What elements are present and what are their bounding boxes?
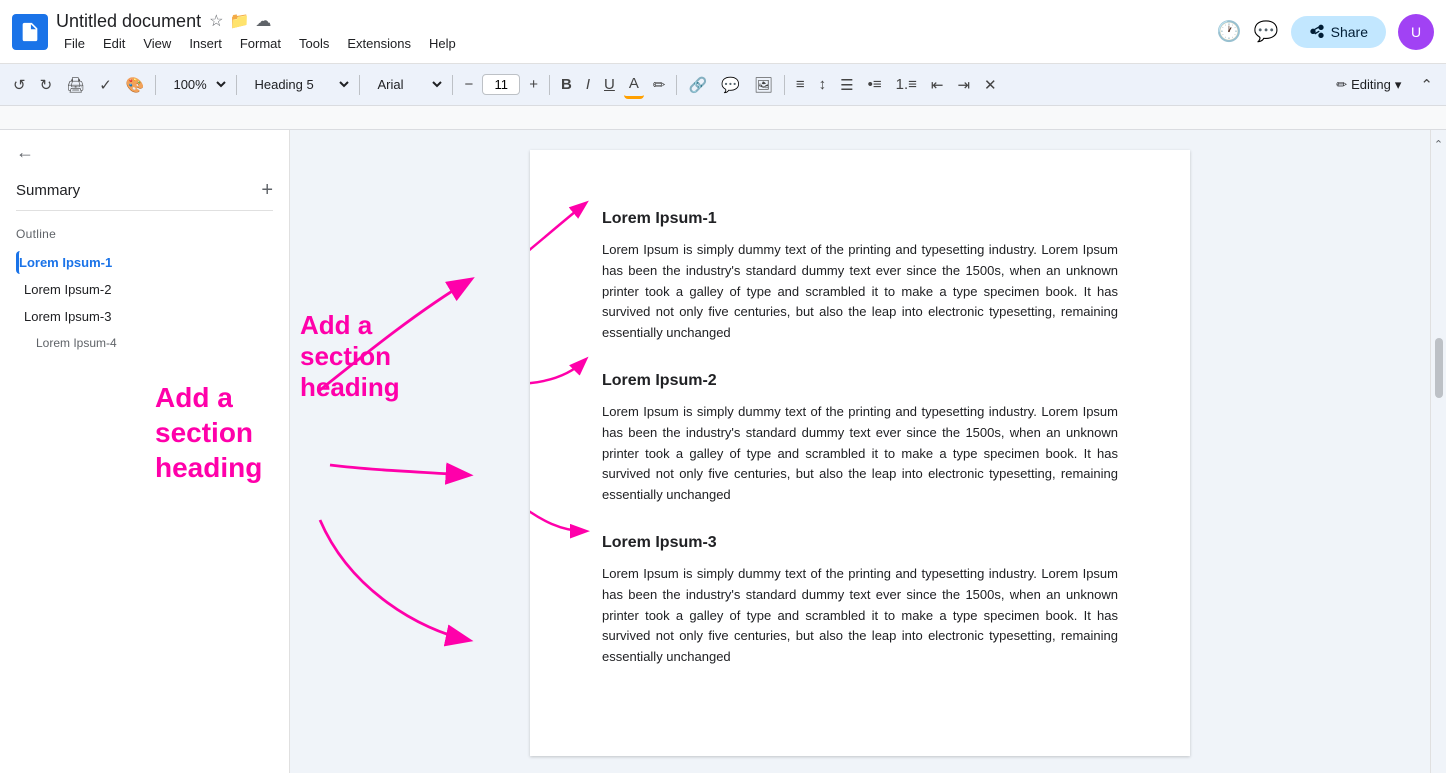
outline-item-1[interactable]: Lorem Ipsum-1 (16, 251, 273, 274)
separator-3 (359, 75, 360, 95)
italic-button[interactable]: I (581, 72, 595, 97)
menu-bar: File Edit View Insert Format Tools Exten… (56, 34, 1209, 53)
section-2: Lorem Ipsum-2 Lorem Ipsum is simply dumm… (602, 372, 1118, 506)
undo-button[interactable]: ↺ (8, 72, 31, 98)
numbered-list-button[interactable]: 1.≡ (891, 72, 922, 97)
outline-item-4[interactable]: Lorem Ipsum-4 (16, 332, 273, 354)
sidebar-back-button[interactable]: ← (16, 142, 273, 163)
separator-5 (549, 75, 550, 95)
menu-tools[interactable]: Tools (291, 34, 337, 53)
bold-button[interactable]: B (556, 72, 577, 97)
annotation-line1: Add a (300, 310, 400, 341)
summary-divider (16, 210, 273, 211)
share-label: Share (1331, 24, 1368, 40)
font-size-decrease[interactable]: − (459, 72, 478, 97)
summary-add-button[interactable]: + (261, 179, 273, 202)
scrollbar-thumb[interactable] (1435, 338, 1443, 398)
outline-item-2[interactable]: Lorem Ipsum-2 (16, 278, 273, 301)
doc-title-row: Untitled document ☆ 📁 ☁ (56, 11, 1209, 32)
align-button[interactable]: ≡ (791, 72, 810, 97)
style-select[interactable]: Heading 5 Normal text Heading 1 Heading … (243, 72, 353, 97)
redo-button[interactable]: ↻ (35, 72, 58, 98)
editing-button[interactable]: ✏ Editing ▾ (1326, 73, 1411, 97)
checklist-button[interactable]: ☰ (835, 72, 858, 98)
summary-title: Summary (16, 182, 80, 199)
menu-view[interactable]: View (135, 34, 179, 53)
body-2[interactable]: Lorem Ipsum is simply dummy text of the … (602, 402, 1118, 506)
text-color-button[interactable]: A (624, 71, 644, 99)
outline-label: Outline (16, 227, 273, 241)
menu-help[interactable]: Help (421, 34, 464, 53)
menu-extensions[interactable]: Extensions (339, 34, 419, 53)
app-icon (12, 14, 48, 50)
menu-insert[interactable]: Insert (181, 34, 230, 53)
summary-section: Summary + (16, 179, 273, 211)
document-area[interactable]: Lorem Ipsum-1 Lorem Ipsum is simply dumm… (290, 130, 1430, 773)
annotation-text: Add a section heading (300, 310, 400, 404)
sidebar: ← Summary + Outline Lorem Ipsum-1 Lorem … (0, 130, 290, 773)
separator-4 (452, 75, 453, 95)
heading-3[interactable]: Lorem Ipsum-3 (602, 534, 1118, 552)
print-button[interactable]: 🖨 (61, 72, 90, 98)
heading-2[interactable]: Lorem Ipsum-2 (602, 372, 1118, 390)
separator-6 (676, 75, 677, 95)
font-size-input[interactable] (482, 74, 520, 95)
star-icon[interactable]: ☆ (209, 11, 223, 31)
clear-format-button[interactable]: ✕ (979, 72, 1002, 98)
right-panel: ⌃ (1430, 130, 1446, 773)
image-button[interactable]: 🖼 (749, 72, 778, 98)
separator-7 (784, 75, 785, 95)
folder-icon[interactable]: 📁 (229, 11, 249, 31)
doc-title-icons: ☆ 📁 ☁ (209, 11, 271, 31)
comment-tb-button[interactable]: 💬 (716, 72, 745, 98)
share-button[interactable]: Share (1291, 16, 1386, 48)
topbar-right: 🕐 💬 Share U (1217, 14, 1434, 50)
annotation-line2: section (300, 341, 400, 372)
collapse-icon[interactable]: ⌃ (1434, 138, 1443, 151)
cloud-icon[interactable]: ☁ (255, 11, 271, 31)
bullet-list-button[interactable]: •≡ (863, 72, 887, 97)
history-icon[interactable]: 🕐 (1217, 19, 1242, 44)
avatar[interactable]: U (1398, 14, 1434, 50)
document-page: Lorem Ipsum-1 Lorem Ipsum is simply dumm… (530, 150, 1190, 756)
comment-icon[interactable]: 💬 (1254, 19, 1279, 44)
menu-file[interactable]: File (56, 34, 93, 53)
doc-title[interactable]: Untitled document (56, 11, 201, 32)
ruler: 2 1 1 2 3 4 5 6 7 8 9 10 11 12 13 14 15 (0, 106, 1446, 130)
spellcheck-button[interactable]: ✓ (94, 72, 117, 98)
body-1[interactable]: Lorem Ipsum is simply dummy text of the … (602, 240, 1118, 344)
doc-info: Untitled document ☆ 📁 ☁ File Edit View I… (56, 11, 1209, 53)
summary-header: Summary + (16, 179, 273, 202)
indent-decrease-button[interactable]: ⇤ (926, 72, 949, 98)
highlight-button[interactable]: ✏ (648, 72, 671, 98)
body-3[interactable]: Lorem Ipsum is simply dummy text of the … (602, 564, 1118, 668)
zoom-select[interactable]: 100% (162, 72, 230, 97)
font-size-increase[interactable]: + (524, 72, 543, 97)
annotation-line3: heading (300, 372, 400, 403)
main-content: ← Summary + Outline Lorem Ipsum-1 Lorem … (0, 130, 1446, 773)
font-select[interactable]: Arial (366, 72, 446, 97)
heading-1[interactable]: Lorem Ipsum-1 (602, 210, 1118, 228)
paint-format-button[interactable]: 🎨 (121, 72, 150, 98)
outline-item-3[interactable]: Lorem Ipsum-3 (16, 305, 273, 328)
indent-increase-button[interactable]: ⇥ (952, 72, 975, 98)
menu-edit[interactable]: Edit (95, 34, 133, 53)
separator-2 (236, 75, 237, 95)
separator-1 (155, 75, 156, 95)
menu-format[interactable]: Format (232, 34, 289, 53)
underline-button[interactable]: U (599, 72, 620, 97)
topbar: Untitled document ☆ 📁 ☁ File Edit View I… (0, 0, 1446, 64)
editing-label: Editing (1351, 77, 1391, 92)
link-button[interactable]: 🔗 (683, 72, 712, 98)
toolbar: ↺ ↻ 🖨 ✓ 🎨 100% Heading 5 Normal text Hea… (0, 64, 1446, 106)
section-3: Lorem Ipsum-3 Lorem Ipsum is simply dumm… (602, 534, 1118, 668)
line-spacing-button[interactable]: ↕ (814, 72, 832, 97)
section-1: Lorem Ipsum-1 Lorem Ipsum is simply dumm… (602, 210, 1118, 344)
collapse-toolbar-button[interactable]: ⌃ (1415, 72, 1438, 98)
